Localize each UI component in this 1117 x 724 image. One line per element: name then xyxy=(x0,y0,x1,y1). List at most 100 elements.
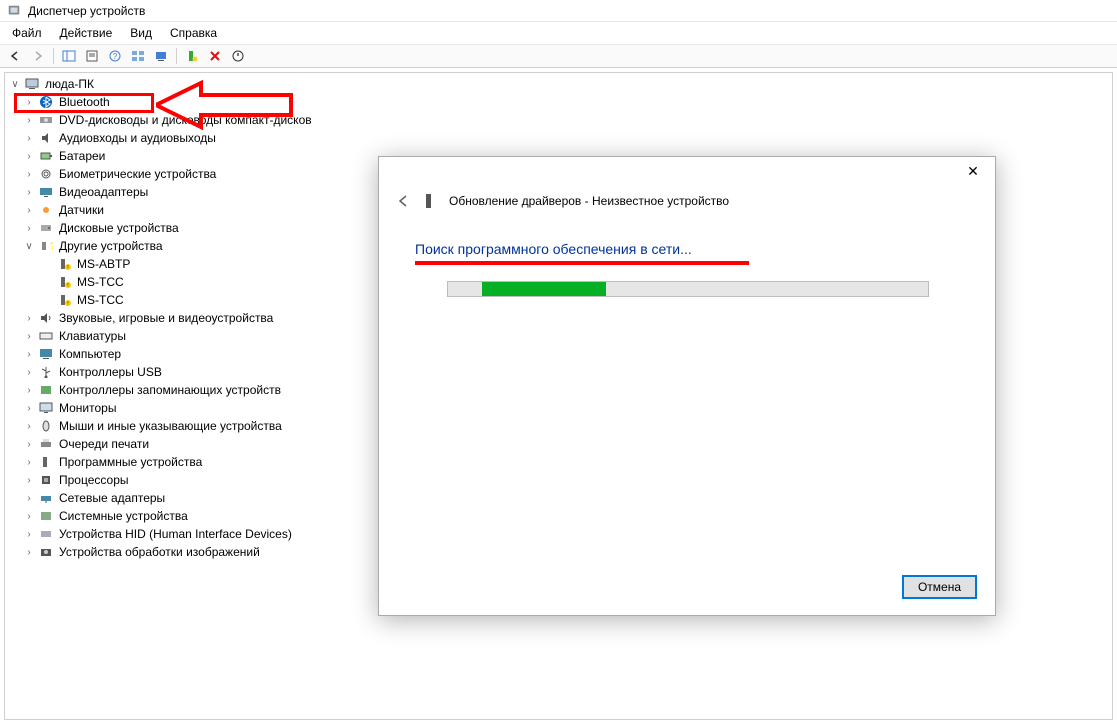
dialog-status-text: Поиск программного обеспечения в сети... xyxy=(415,241,959,257)
svg-text:!: ! xyxy=(67,283,68,288)
tree-item-label: Компьютер xyxy=(57,347,123,361)
expander-icon[interactable]: › xyxy=(23,421,35,432)
expander-icon[interactable]: › xyxy=(23,367,35,378)
system-device-icon xyxy=(38,508,54,524)
tree-root-label: люда-ПК xyxy=(43,77,96,91)
storage-controller-icon xyxy=(38,382,54,398)
progress-bar xyxy=(447,281,929,297)
tree-item-label: Процессоры xyxy=(57,473,131,487)
expander-icon[interactable]: › xyxy=(23,169,35,180)
menu-view[interactable]: Вид xyxy=(122,24,160,42)
expander-icon[interactable]: › xyxy=(23,133,35,144)
expander-icon[interactable]: › xyxy=(23,223,35,234)
dialog-title: Обновление драйверов - Неизвестное устро… xyxy=(449,194,729,208)
tree-item-label: MS-ABTP xyxy=(75,257,132,271)
toolbar: ? xyxy=(0,44,1117,68)
sound-icon xyxy=(38,310,54,326)
expander-icon[interactable]: › xyxy=(23,547,35,558)
tree-item-label: Устройства обработки изображений xyxy=(57,545,262,559)
menu-help[interactable]: Справка xyxy=(162,24,225,42)
svg-text:!: ! xyxy=(67,301,68,306)
svg-text:?: ? xyxy=(50,241,53,251)
tree-item-label: Батареи xyxy=(57,149,107,163)
expander-icon[interactable]: › xyxy=(23,385,35,396)
svg-text:!: ! xyxy=(67,265,68,270)
tree-item-label: Биометрические устройства xyxy=(57,167,218,181)
imaging-icon xyxy=(38,544,54,560)
expander-icon[interactable]: › xyxy=(23,475,35,486)
mouse-icon xyxy=(38,418,54,434)
tree-item-dvd[interactable]: › DVD-дисководы и дисководы компакт-диск… xyxy=(5,111,1112,129)
expander-icon[interactable]: › xyxy=(23,187,35,198)
tree-item-label: DVD-дисководы и дисководы компакт-дисков xyxy=(57,113,314,127)
expander-icon[interactable]: › xyxy=(23,313,35,324)
help-button[interactable]: ? xyxy=(104,46,126,66)
network-icon xyxy=(38,490,54,506)
back-icon[interactable] xyxy=(393,191,413,211)
tree-item-label: Сетевые адаптеры xyxy=(57,491,167,505)
sensor-icon xyxy=(38,202,54,218)
expander-icon[interactable]: › xyxy=(23,511,35,522)
tree-item-label: Мониторы xyxy=(57,401,118,415)
monitor-icon xyxy=(38,400,54,416)
cpu-icon xyxy=(38,472,54,488)
tree-item-label: Мыши и иные указывающие устройства xyxy=(57,419,284,433)
forward-button[interactable] xyxy=(27,46,49,66)
tree-item-label: Bluetooth xyxy=(57,95,112,109)
unknown-device-icon: ! xyxy=(56,292,72,308)
back-button[interactable] xyxy=(4,46,26,66)
expander-icon[interactable]: › xyxy=(23,331,35,342)
uninstall-button[interactable] xyxy=(204,46,226,66)
tree-item-label: Аудиовходы и аудиовыходы xyxy=(57,131,218,145)
display-adapter-icon xyxy=(38,184,54,200)
scan-hardware-button[interactable] xyxy=(150,46,172,66)
audio-io-icon xyxy=(38,130,54,146)
tree-item-label: Контроллеры запоминающих устройств xyxy=(57,383,283,397)
bluetooth-icon xyxy=(38,94,54,110)
expander-icon[interactable]: › xyxy=(23,403,35,414)
view-icons-button[interactable] xyxy=(127,46,149,66)
expander-icon[interactable]: › xyxy=(23,457,35,468)
menu-file[interactable]: Файл xyxy=(4,24,50,42)
expander-icon[interactable]: › xyxy=(23,151,35,162)
titlebar: Диспетчер устройств xyxy=(0,0,1117,22)
menubar: Файл Действие Вид Справка xyxy=(0,22,1117,44)
tree-root[interactable]: ∨ люда-ПК xyxy=(5,75,1112,93)
expander-icon[interactable]: › xyxy=(23,493,35,504)
progress-fill xyxy=(482,282,607,296)
tree-item-label: Другие устройства xyxy=(57,239,165,253)
battery-icon xyxy=(38,148,54,164)
tree-item-label: MS-TCC xyxy=(75,293,126,307)
unknown-device-icon: ! xyxy=(56,256,72,272)
other-devices-icon: ? xyxy=(38,238,54,254)
dialog-header: Обновление драйверов - Неизвестное устро… xyxy=(379,187,995,221)
tree-item-label: Программные устройства xyxy=(57,455,204,469)
dialog-body: Поиск программного обеспечения в сети... xyxy=(379,221,995,317)
computer-icon xyxy=(24,76,40,92)
properties-button[interactable] xyxy=(81,46,103,66)
expander-icon[interactable]: ∨ xyxy=(9,79,21,90)
tree-item-label: Устройства HID (Human Interface Devices) xyxy=(57,527,294,541)
update-driver-button[interactable] xyxy=(181,46,203,66)
expander-icon[interactable]: ∨ xyxy=(23,241,35,252)
expander-icon[interactable]: › xyxy=(23,115,35,126)
cancel-button[interactable]: Отмена xyxy=(902,575,977,599)
menu-action[interactable]: Действие xyxy=(52,24,121,42)
dialog-footer: Отмена xyxy=(902,575,977,599)
expander-icon[interactable]: › xyxy=(23,529,35,540)
dialog-titlebar: ✕ xyxy=(379,157,995,187)
toolbar-separator xyxy=(53,48,54,64)
show-hide-tree-button[interactable] xyxy=(58,46,80,66)
tree-item-label: Звуковые, игровые и видеоустройства xyxy=(57,311,275,325)
tree-item-audio-io[interactable]: › Аудиовходы и аудиовыходы xyxy=(5,129,1112,147)
tree-item-bluetooth[interactable]: › Bluetooth xyxy=(5,93,1112,111)
expander-icon[interactable]: › xyxy=(23,97,35,108)
printer-icon xyxy=(38,436,54,452)
expander-icon[interactable]: › xyxy=(23,439,35,450)
tree-item-label: Очереди печати xyxy=(57,437,151,451)
expander-icon[interactable]: › xyxy=(23,205,35,216)
tree-item-label: Дисковые устройства xyxy=(57,221,181,235)
expander-icon[interactable]: › xyxy=(23,349,35,360)
close-button[interactable]: ✕ xyxy=(951,157,995,185)
disable-button[interactable] xyxy=(227,46,249,66)
